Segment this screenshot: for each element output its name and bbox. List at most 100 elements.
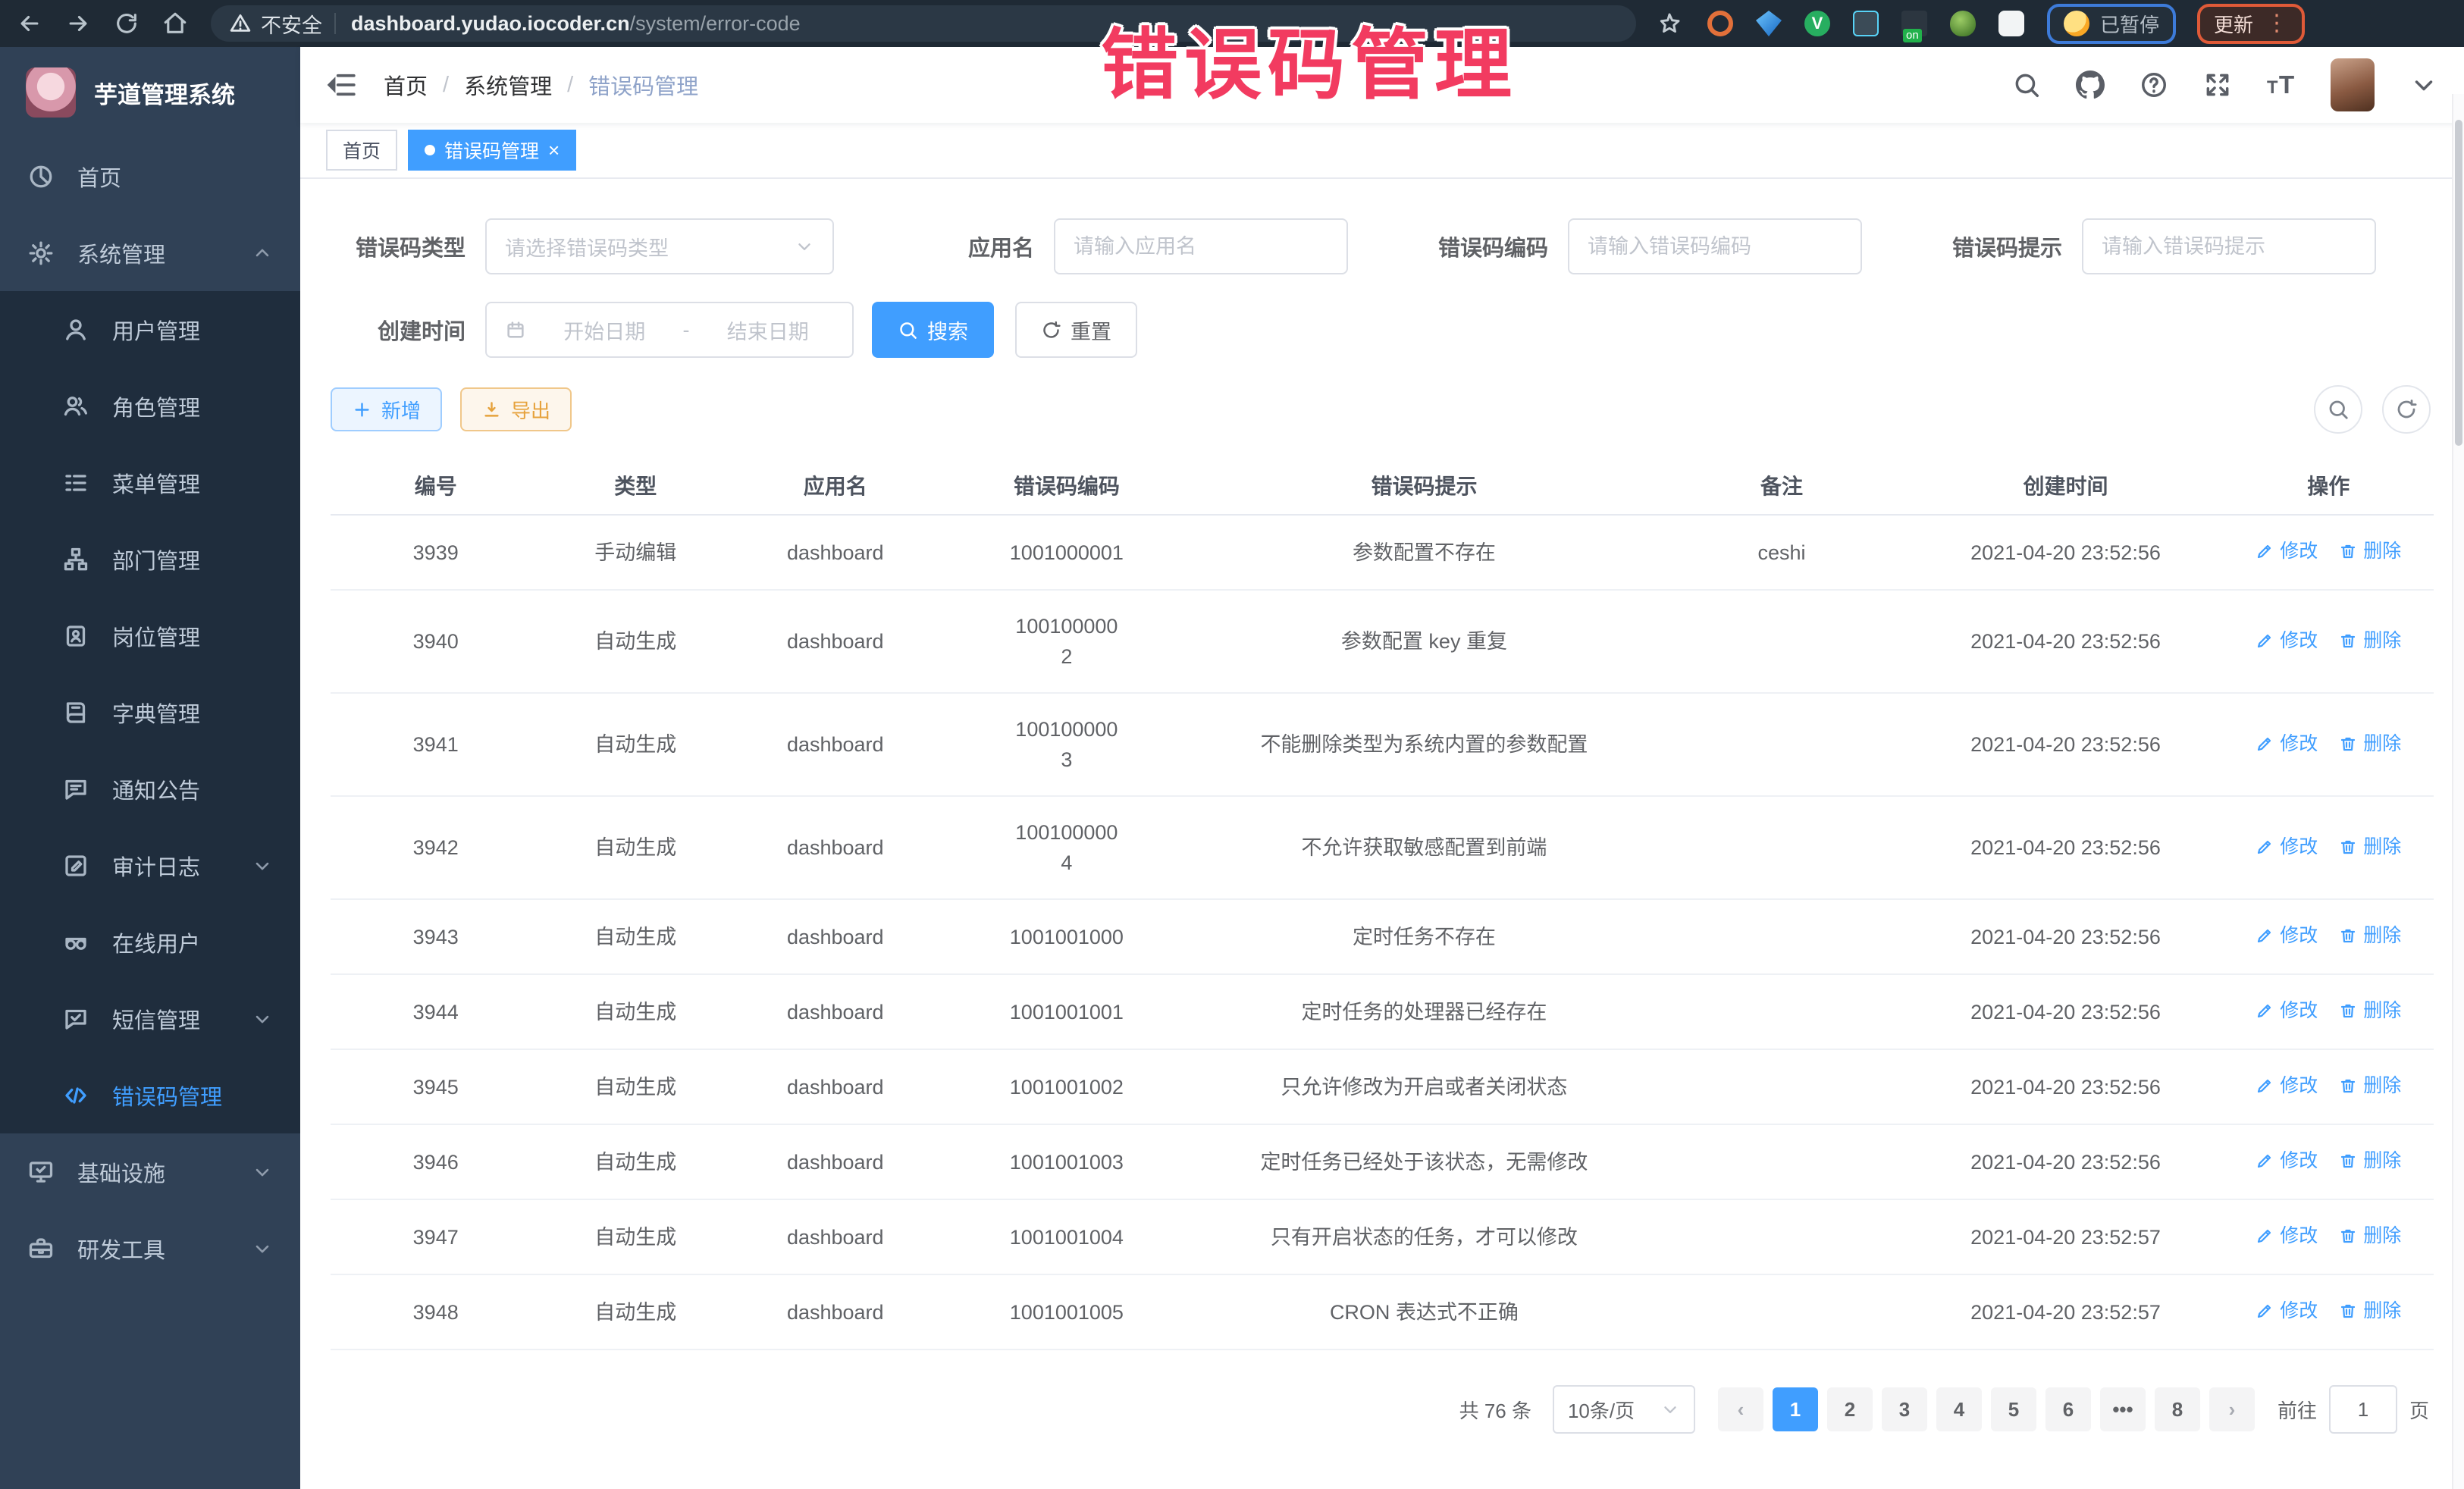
edit-link[interactable]: 修改 xyxy=(2256,729,2318,759)
page-button-3[interactable]: 3 xyxy=(1882,1387,1927,1431)
delete-link[interactable]: 删除 xyxy=(2339,1221,2401,1251)
extension-icon-3[interactable]: V xyxy=(1804,11,1830,36)
sidebar-item-8[interactable]: 通知公告 xyxy=(0,751,300,827)
delete-link[interactable]: 删除 xyxy=(2339,1071,2401,1101)
chevron-down-icon[interactable] xyxy=(2409,71,2438,99)
back-icon[interactable] xyxy=(17,11,42,36)
home-icon[interactable] xyxy=(162,11,188,36)
app-name-input[interactable] xyxy=(1074,235,1328,259)
sidebar-item-1[interactable]: 系统管理 xyxy=(0,215,300,291)
date-start[interactable]: 开始日期 xyxy=(538,315,671,345)
edit-link[interactable]: 修改 xyxy=(2256,1296,2318,1326)
sidebar-item-5[interactable]: 部门管理 xyxy=(0,521,300,597)
sidebar-item-9[interactable]: 审计日志 xyxy=(0,827,300,904)
hamburger-icon[interactable] xyxy=(326,69,358,101)
toggle-search-button[interactable] xyxy=(2314,385,2362,434)
edit-link[interactable]: 修改 xyxy=(2256,536,2318,566)
edit-link[interactable]: 修改 xyxy=(2256,1071,2318,1101)
delete-link[interactable]: 删除 xyxy=(2339,832,2401,862)
extension-icon-2[interactable] xyxy=(1756,11,1782,36)
sidebar-item-3[interactable]: 角色管理 xyxy=(0,368,300,444)
export-button[interactable]: 导出 xyxy=(460,387,572,431)
help-icon[interactable] xyxy=(2140,71,2168,99)
sidebar-item-2[interactable]: 用户管理 xyxy=(0,291,300,368)
edit-link[interactable]: 修改 xyxy=(2256,995,2318,1026)
edit-link[interactable]: 修改 xyxy=(2256,920,2318,951)
edit-link[interactable]: 修改 xyxy=(2256,1146,2318,1176)
table-row: 3944自动生成dashboard1001001001定时任务的处理器已经存在2… xyxy=(331,974,2434,1049)
error-code-input[interactable] xyxy=(1588,235,1842,259)
github-icon[interactable] xyxy=(2076,71,2105,99)
delete-link[interactable]: 删除 xyxy=(2339,995,2401,1026)
refresh-table-button[interactable] xyxy=(2382,385,2431,434)
page-button-1[interactable]: 1 xyxy=(1773,1387,1818,1431)
tab-0[interactable]: 首页 xyxy=(326,130,397,171)
sidebar-item-11[interactable]: 短信管理 xyxy=(0,980,300,1057)
delete-link[interactable]: 删除 xyxy=(2339,625,2401,656)
date-range-picker[interactable]: 开始日期 - 结束日期 xyxy=(485,302,854,358)
page-button-6[interactable]: 6 xyxy=(2045,1387,2091,1431)
error-type-select[interactable]: 请选择错误码类型 xyxy=(485,218,834,274)
scrollbar-thumb[interactable] xyxy=(2455,120,2462,446)
page-scrollbar[interactable] xyxy=(2452,94,2464,1489)
search-icon[interactable] xyxy=(2012,71,2041,99)
sidebar-item-label: 角色管理 xyxy=(112,390,200,422)
cell-time: 2021-04-20 23:52:56 xyxy=(1908,515,2223,590)
sidebar-item-13[interactable]: 基础设施 xyxy=(0,1133,300,1210)
sidebar-item-0[interactable]: 首页 xyxy=(0,138,300,215)
kebab-menu-icon[interactable]: ⋮ xyxy=(2265,12,2288,35)
browser-update-button[interactable]: 更新 ⋮ xyxy=(2197,4,2305,44)
puzzle-extension-icon[interactable] xyxy=(1998,11,2024,36)
extensions-area: V xyxy=(1707,11,2024,36)
delete-link[interactable]: 删除 xyxy=(2339,1296,2401,1326)
delete-link[interactable]: 删除 xyxy=(2339,729,2401,759)
cell-remark xyxy=(1656,1199,1908,1274)
close-icon[interactable]: × xyxy=(548,140,560,160)
delete-link[interactable]: 删除 xyxy=(2339,536,2401,566)
breadcrumb-item[interactable]: 系统管理 xyxy=(464,69,552,101)
error-msg-input[interactable] xyxy=(2102,235,2356,259)
extension-icon-5[interactable] xyxy=(1901,11,1927,36)
sidebar-item-6[interactable]: 岗位管理 xyxy=(0,597,300,674)
delete-link[interactable]: 删除 xyxy=(2339,1146,2401,1176)
page-button-4[interactable]: 4 xyxy=(1936,1387,1982,1431)
edit-link[interactable]: 修改 xyxy=(2256,625,2318,656)
edit-link[interactable]: 修改 xyxy=(2256,832,2318,862)
sidebar-item-14[interactable]: 研发工具 xyxy=(0,1210,300,1287)
paused-badge[interactable]: 已暂停 xyxy=(2047,4,2176,44)
security-label[interactable]: 不安全 xyxy=(261,9,322,39)
extension-icon-6[interactable] xyxy=(1950,11,1976,36)
extension-icon-1[interactable] xyxy=(1707,11,1733,36)
breadcrumb-item[interactable]: 首页 xyxy=(384,69,428,101)
sidebar-item-10[interactable]: 在线用户 xyxy=(0,904,300,980)
date-end[interactable]: 结束日期 xyxy=(702,315,835,345)
page-button-8[interactable]: 8 xyxy=(2155,1387,2200,1431)
page-button-5[interactable]: 5 xyxy=(1991,1387,2036,1431)
bookmark-star-icon[interactable] xyxy=(1657,11,1682,36)
delete-link[interactable]: 删除 xyxy=(2339,920,2401,951)
tool-icon xyxy=(27,1235,55,1262)
logo-row[interactable]: 芋道管理系统 xyxy=(0,47,300,138)
user-avatar[interactable] xyxy=(2331,58,2375,111)
forward-icon[interactable] xyxy=(65,11,91,36)
reload-icon[interactable] xyxy=(114,11,140,36)
extension-icon-4[interactable] xyxy=(1853,11,1879,36)
sms-icon xyxy=(62,1005,89,1033)
sidebar-item-7[interactable]: 字典管理 xyxy=(0,674,300,751)
search-button[interactable]: 搜索 xyxy=(872,302,994,358)
add-button[interactable]: 新增 xyxy=(331,387,442,431)
prev-page-button[interactable]: ‹ xyxy=(1718,1387,1763,1431)
edit-link[interactable]: 修改 xyxy=(2256,1221,2318,1251)
sidebar-item-4[interactable]: 菜单管理 xyxy=(0,444,300,521)
tab-1[interactable]: 错误码管理× xyxy=(408,130,576,171)
reset-button[interactable]: 重置 xyxy=(1015,302,1137,358)
goto-page-input[interactable] xyxy=(2329,1385,2397,1434)
fontsize-icon[interactable]: TT xyxy=(2267,71,2296,99)
cell-type: 自动生成 xyxy=(541,1199,730,1274)
next-page-button[interactable]: › xyxy=(2209,1387,2255,1431)
sidebar-item-12[interactable]: 错误码管理 xyxy=(0,1057,300,1133)
fullscreen-icon[interactable] xyxy=(2203,71,2232,99)
page-button-•••[interactable]: ••• xyxy=(2100,1387,2146,1431)
page-button-2[interactable]: 2 xyxy=(1827,1387,1873,1431)
page-size-select[interactable]: 10条/页 xyxy=(1553,1385,1695,1434)
